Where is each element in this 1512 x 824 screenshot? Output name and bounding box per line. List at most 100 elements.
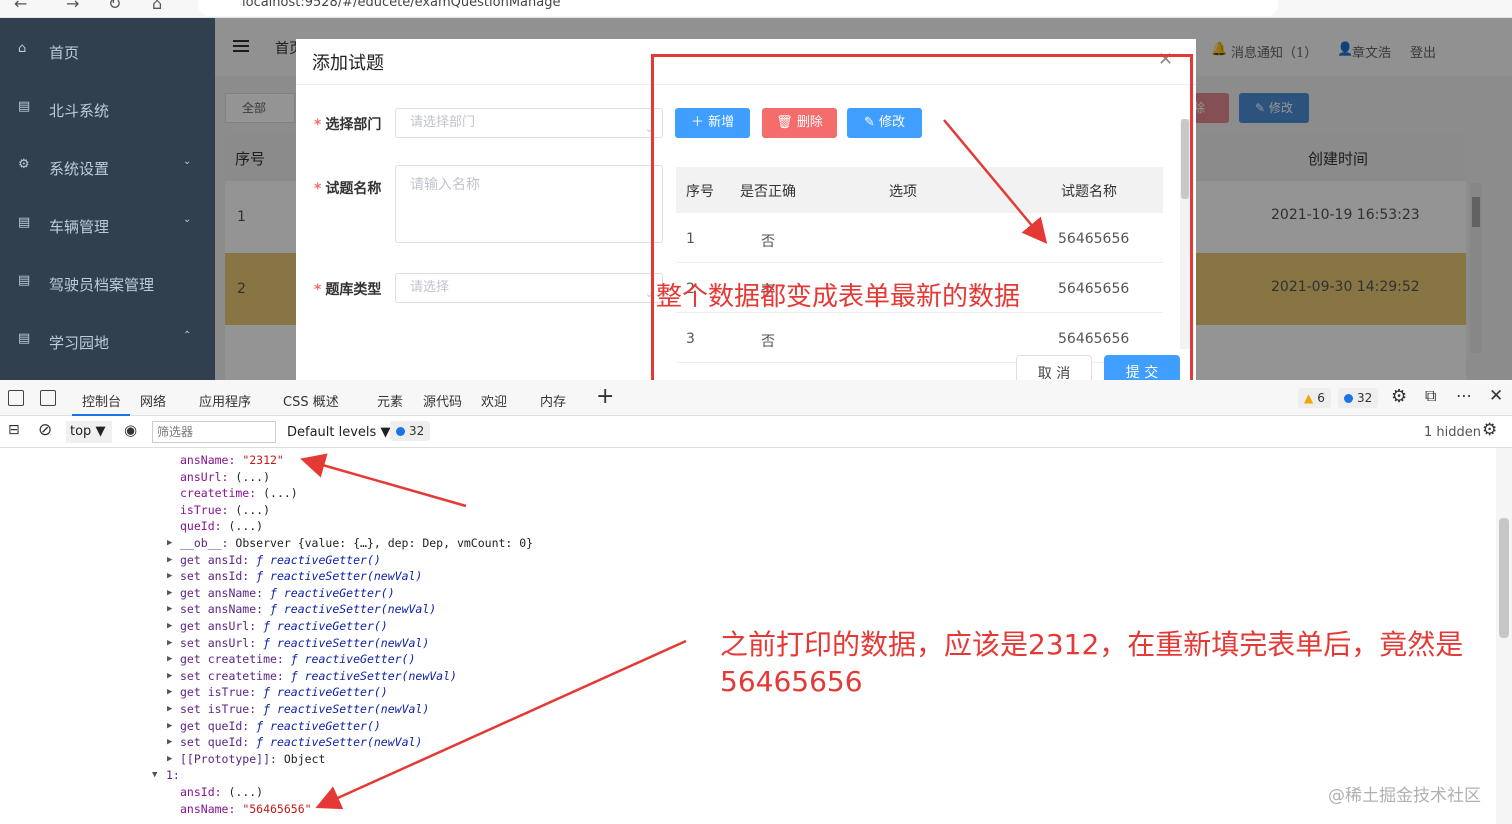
chevron-down-icon: ⌄ xyxy=(183,214,192,225)
console-line[interactable]: ▶ get queId: ƒ reactiveGetter() xyxy=(167,718,381,734)
console-value: ƒ reactiveSetter(newVal) xyxy=(256,735,423,750)
caret-right-icon[interactable]: ▶ xyxy=(167,618,172,634)
tab-application[interactable]: 应用程序 xyxy=(199,391,251,410)
console-value: ƒ reactiveSetter(newVal) xyxy=(263,702,430,716)
console-scrollbar[interactable] xyxy=(1496,448,1512,824)
gear-icon[interactable]: ⚙ xyxy=(1391,386,1407,407)
refresh-icon[interactable]: ↻ xyxy=(108,0,121,13)
console-line: ansUrl: (...) xyxy=(180,469,270,485)
console-value: ƒ reactiveSetter(newVal) xyxy=(256,569,423,584)
console-line[interactable]: ▶ __ob__: Observer {value: {…}, dep: Dep,… xyxy=(167,535,533,551)
console-line[interactable]: ▼ 1: xyxy=(152,767,180,783)
sidebar-toggle-icon[interactable]: ⊟ xyxy=(8,422,20,438)
warning-icon: ▲ xyxy=(1304,391,1314,405)
tab-welcome[interactable]: 欢迎 xyxy=(481,391,507,410)
tab-memory[interactable]: 内存 xyxy=(540,391,566,410)
console-line[interactable]: ▶ set ansId: ƒ reactiveSetter(newVal) xyxy=(167,568,423,584)
console-value: (...) xyxy=(235,502,271,517)
sidebar-item-learning[interactable]: ▤ 学习园地 ⌃ xyxy=(0,312,215,370)
address-bar[interactable]: localhost:9528/#/educete/examQuestionMan… xyxy=(198,0,1278,16)
console-key: [[Prototype]]: xyxy=(180,751,284,766)
caret-right-icon[interactable]: ▶ xyxy=(167,751,172,767)
tab-console[interactable]: 控制台 xyxy=(82,391,121,410)
dept-select[interactable]: 请选择部门 ⌄ xyxy=(395,108,663,138)
type-select[interactable]: 请选择 ⌄ xyxy=(395,273,663,303)
caret-right-icon[interactable]: ▶ xyxy=(167,684,172,700)
console-value: (...) xyxy=(235,469,271,484)
eye-icon[interactable]: ◉ xyxy=(124,421,137,439)
console-key: ansName: xyxy=(180,453,243,467)
caret-down-icon[interactable]: ▼ xyxy=(152,767,157,783)
console-line[interactable]: ▶ get ansId: ƒ reactiveGetter() xyxy=(167,552,381,568)
console-line[interactable]: ▶ get ansName: ƒ reactiveGetter() xyxy=(167,585,395,601)
add-tab-icon[interactable]: + xyxy=(596,384,614,409)
caret-right-icon[interactable]: ▶ xyxy=(167,568,172,584)
sidebar-item-vehicles[interactable]: ▤ 车辆管理 ⌄ xyxy=(0,196,215,254)
console-line[interactable]: ▶ [[Prototype]]: Object xyxy=(167,751,325,767)
document-icon: ▤ xyxy=(18,99,31,114)
console-line[interactable]: ▶ set queId: ƒ reactiveSetter(newVal) xyxy=(167,734,423,750)
console-line[interactable]: ▶ set createtime: ƒ reactiveSetter(newVal… xyxy=(167,668,457,684)
sidebar-item-drivers[interactable]: ▤ 驾驶员档案管理 xyxy=(0,254,215,312)
message-badge[interactable]: 32 xyxy=(1338,388,1379,408)
home-icon[interactable]: ⌂ xyxy=(152,0,162,13)
console-key: createtime: xyxy=(180,486,264,501)
tab-elements[interactable]: 元素 xyxy=(377,391,403,410)
console-line[interactable]: ▶ set isTrue: ƒ reactiveSetter(newVal) xyxy=(167,701,430,717)
caret-right-icon[interactable]: ▶ xyxy=(167,701,172,717)
caret-right-icon[interactable]: ▶ xyxy=(167,651,172,667)
back-icon[interactable]: ← xyxy=(14,0,27,13)
caret-right-icon[interactable]: ▶ xyxy=(167,552,172,568)
console-value: (...) xyxy=(228,519,264,534)
console-line[interactable]: ▶ get createtime: ƒ reactiveGetter() xyxy=(167,651,415,667)
close-icon[interactable]: ✕ xyxy=(1489,386,1503,406)
sidebar-item-label: 驾驶员档案管理 xyxy=(49,276,155,294)
console-key: get queId: xyxy=(180,718,257,733)
console-line: queId: (...) xyxy=(180,518,263,534)
console-line: ansName: "2312" xyxy=(180,452,284,468)
console-line[interactable]: ▶ set ansName: ƒ reactiveSetter(newVal) xyxy=(167,601,437,617)
caret-right-icon[interactable]: ▶ xyxy=(167,585,172,601)
dept-label: * 选择部门 xyxy=(314,117,382,133)
console-line[interactable]: ▶ get ansUrl: ƒ reactiveGetter() xyxy=(167,618,388,634)
sidebar-item-home[interactable]: ⌂ 首页 xyxy=(0,22,215,80)
caret-right-icon[interactable]: ▶ xyxy=(167,718,172,734)
console-value: ƒ reactiveSetter(newVal) xyxy=(270,602,437,617)
sidebar-item-settings[interactable]: ⚙ 系统设置 ⌄ xyxy=(0,138,215,196)
console-settings-icon[interactable]: ⚙ xyxy=(1482,420,1497,440)
context-select[interactable]: top ▼ xyxy=(66,421,112,443)
caret-right-icon[interactable]: ▶ xyxy=(167,535,172,551)
warning-badge[interactable]: ▲ 6 xyxy=(1298,388,1331,408)
tab-css-overview[interactable]: CSS 概述 xyxy=(283,391,339,410)
console-value: ƒ reactiveGetter() xyxy=(263,685,388,700)
caret-right-icon[interactable]: ▶ xyxy=(167,668,172,684)
sidebar-item-beidou[interactable]: ▤ 北斗系统 xyxy=(0,80,215,138)
clear-console-icon[interactable]: ⊘ xyxy=(38,420,52,440)
devtools-panel: 控制台 网络 应用程序 CSS 概述 元素 源代码 欢迎 内存 + ▲ 6 32 … xyxy=(0,380,1512,824)
console-key: set createtime: xyxy=(180,668,291,683)
filter-input[interactable]: 筛选器 xyxy=(152,421,276,443)
annotation-top: 整个数据都变成表单最新的数据 xyxy=(656,282,1021,312)
tab-sources[interactable]: 源代码 xyxy=(423,391,462,410)
caret-right-icon[interactable]: ▶ xyxy=(167,601,172,617)
sidebar-item-label: 系统设置 xyxy=(49,160,110,178)
browser-toolbar: ← → ↻ ⌂ localhost:9528/#/educete/examQue… xyxy=(0,0,1512,18)
sidebar-item-label: 首页 xyxy=(49,44,80,62)
console-value: ƒ reactiveSetter(newVal) xyxy=(263,635,430,650)
more-icon[interactable]: ⋯ xyxy=(1456,386,1472,405)
caret-right-icon[interactable]: ▶ xyxy=(167,734,172,750)
connect-icon[interactable]: ⧉ xyxy=(1425,386,1436,406)
name-textarea[interactable]: 请输入名称 xyxy=(395,165,663,243)
console-line[interactable]: ▶ get isTrue: ƒ reactiveGetter() xyxy=(167,684,388,700)
inspect-icon[interactable] xyxy=(8,390,24,406)
console-key: __ob__: xyxy=(180,536,236,550)
levels-dropdown[interactable]: Default levels ▼ xyxy=(287,425,390,440)
console-filter-bar: ⊟ ⊘ top ▼ ◉ 筛选器 Default levels ▼ 32 1 hi… xyxy=(0,416,1512,448)
console-line[interactable]: ▶ set ansUrl: ƒ reactiveSetter(newVal) xyxy=(167,635,430,651)
scrollbar-thumb[interactable] xyxy=(1499,518,1509,638)
tab-network[interactable]: 网络 xyxy=(140,391,166,410)
issues-badge[interactable]: 32 xyxy=(390,421,431,441)
device-icon[interactable] xyxy=(40,390,56,406)
forward-icon[interactable]: → xyxy=(66,0,79,13)
caret-right-icon[interactable]: ▶ xyxy=(167,635,172,651)
